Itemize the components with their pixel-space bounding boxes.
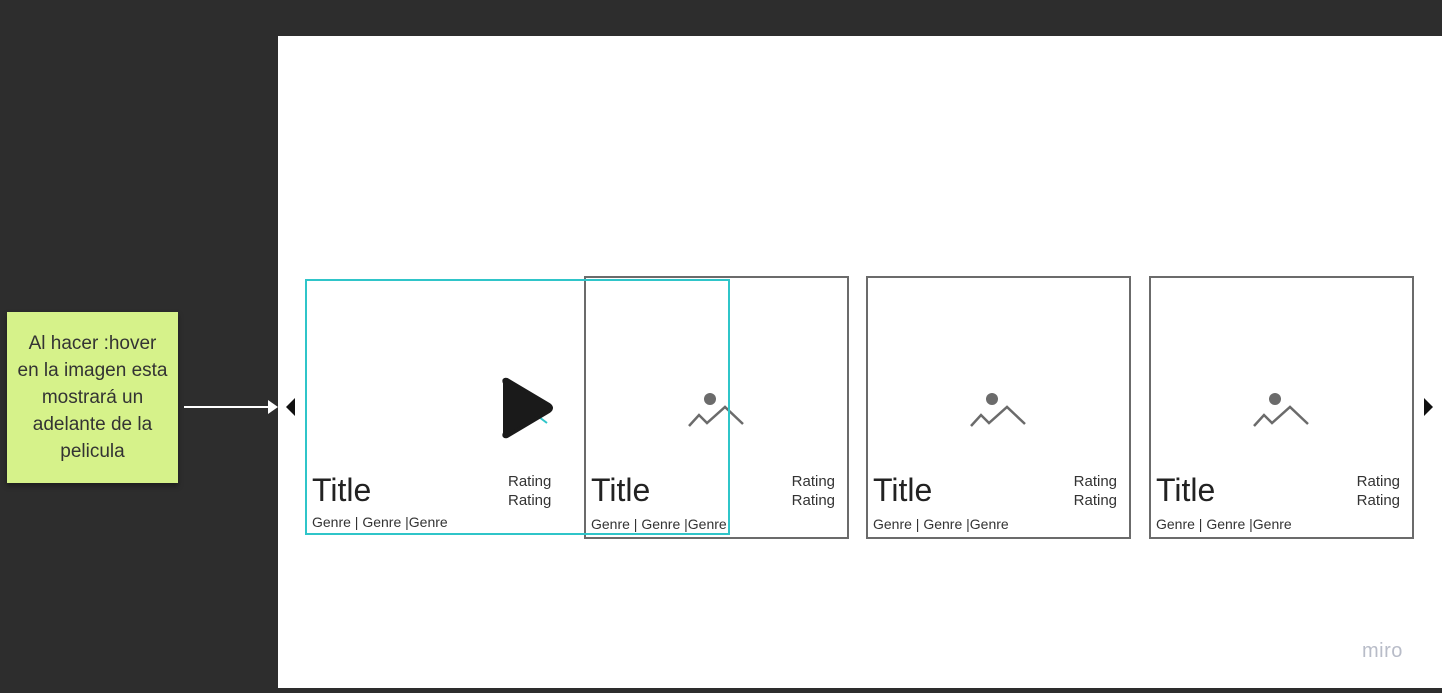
carousel-prev-arrow-icon[interactable] [286, 398, 295, 416]
rating-line: Rating [508, 473, 552, 490]
card-genres: Genre | Genre |Genre [312, 514, 448, 530]
card-rating: Rating Rating [792, 472, 835, 510]
card-rating: Rating Rating [1074, 472, 1117, 510]
movie-card[interactable]: Title Rating Rating Genre | Genre |Genre [1149, 276, 1414, 539]
image-placeholder-icon [1253, 393, 1309, 427]
movie-card-hover[interactable]: Title Rating Rating Genre | Genre |Genre [305, 279, 730, 535]
card-rating: Rating Rating [508, 472, 551, 510]
rating-line: Rating [1073, 492, 1117, 509]
rating-line: Rating [1356, 473, 1400, 490]
card-title: Title [873, 472, 933, 508]
connector-arrow [184, 406, 270, 408]
card-title: Title [1156, 472, 1216, 508]
sticky-note-text: Al hacer :hover en la imagen esta mostra… [17, 333, 168, 462]
movie-card[interactable]: Title Rating Rating Genre | Genre |Genre [866, 276, 1131, 539]
card-rating: Rating Rating [1357, 472, 1400, 510]
rating-line: Rating [791, 473, 835, 490]
miro-logo: miro [1362, 640, 1403, 662]
rating-line: Rating [1356, 492, 1400, 509]
carousel-next-arrow-icon[interactable] [1424, 398, 1433, 416]
sticky-note[interactable]: Al hacer :hover en la imagen esta mostra… [7, 312, 178, 483]
rating-line: Rating [791, 492, 835, 509]
image-placeholder-icon [970, 393, 1026, 427]
rating-line: Rating [1073, 473, 1117, 490]
card-title: Title [312, 472, 372, 508]
card-genres: Genre | Genre |Genre [1156, 516, 1292, 532]
play-icon[interactable] [497, 377, 555, 439]
card-genres: Genre | Genre |Genre [873, 516, 1009, 532]
rating-line: Rating [508, 492, 552, 509]
arrow-head-icon [268, 400, 278, 414]
